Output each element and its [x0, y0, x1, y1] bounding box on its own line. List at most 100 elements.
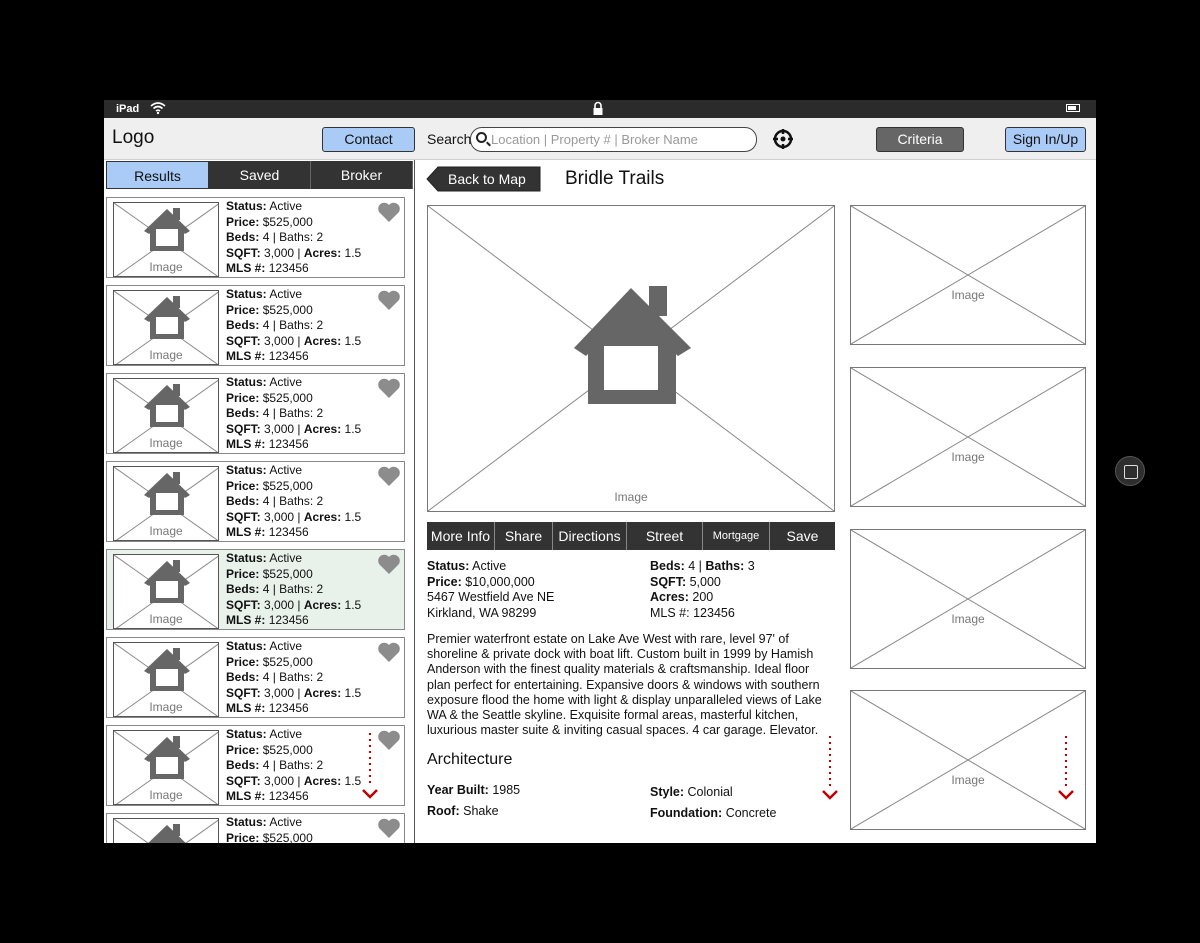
search-input[interactable]	[491, 130, 751, 149]
acres-value: 200	[692, 590, 714, 604]
tab-broker[interactable]: Broker	[311, 161, 413, 189]
acres-value: 1.5	[344, 597, 362, 612]
status-value: Active	[269, 551, 303, 565]
gallery-thumbnail[interactable]: Image	[850, 205, 1086, 345]
list-scroll-down-arrow-icon[interactable]	[360, 733, 380, 801]
listing-card[interactable]: ImageStatus: ActivePrice: $525,000Beds: …	[106, 725, 405, 806]
listing-info: Status: ActivePrice: $525,000Beds: 4 | B…	[226, 199, 362, 275]
image-label: Image	[149, 700, 183, 714]
baths-value: 2	[316, 494, 324, 508]
beds-label: Beds:	[650, 559, 685, 573]
logo: Logo	[112, 127, 155, 148]
property-details: Status: Active Price: $10,000,000 5467 W…	[427, 559, 827, 621]
price-label: Price:	[226, 214, 260, 229]
locate-icon[interactable]	[772, 128, 794, 150]
listing-card[interactable]: ImageStatus: ActivePrice: $525,000Beds: …	[106, 813, 405, 843]
price-label: Price:	[226, 830, 260, 844]
heart-icon[interactable]	[377, 641, 401, 663]
scroll-down-arrow-icon[interactable]	[820, 736, 840, 802]
mls-value: 123456	[268, 701, 309, 715]
beds-value: 4	[262, 582, 270, 596]
share-button[interactable]: Share	[495, 522, 553, 550]
heart-icon[interactable]	[377, 377, 401, 399]
listing-thumbnail: Image	[113, 642, 219, 717]
acres-label: Acres:	[303, 685, 342, 700]
contact-button[interactable]: Contact	[322, 127, 415, 152]
listing-thumbnail: Image	[113, 466, 219, 541]
mortgage-button[interactable]: Mortgage	[703, 522, 770, 550]
more-info-button[interactable]: More Info	[427, 522, 495, 550]
sqft-label: SQFT:	[226, 509, 261, 524]
image-placeholder	[851, 691, 1085, 829]
sqft-value: 3,000	[264, 245, 295, 260]
listing-card[interactable]: Image Status: ActivePrice: $525,000Beds: …	[106, 637, 405, 718]
heart-icon[interactable]	[377, 289, 401, 311]
status-value: Active	[269, 639, 303, 653]
image-label: Image	[951, 612, 985, 626]
top-bar: Logo Contact Search Criteria Sign In/Up	[104, 118, 1096, 160]
sqft-value: 3,000	[264, 509, 295, 524]
baths-label: Baths:	[279, 670, 314, 684]
beds-label: Beds:	[226, 230, 260, 244]
sqft-value: 3,000	[264, 773, 295, 788]
baths-label: Baths:	[279, 318, 314, 332]
price-value: $10,000,000	[465, 574, 535, 589]
listing-info: Status: ActivePrice: $525,000Beds: 4 | B…	[226, 287, 362, 363]
heart-icon[interactable]	[377, 201, 401, 223]
mls-label: MLS #:	[226, 349, 266, 363]
street-button[interactable]: Street	[627, 522, 703, 550]
gallery-thumbnail[interactable]: Image	[850, 529, 1086, 669]
tab-results[interactable]: Results	[106, 161, 209, 189]
listing-card[interactable]: ImageStatus: ActivePrice: $525,000Beds: …	[106, 461, 405, 542]
main-property-image[interactable]: Image	[427, 205, 835, 512]
heart-icon[interactable]	[377, 553, 401, 575]
mls-label: MLS #:	[226, 789, 266, 803]
property-description: Premier waterfront estate on Lake Ave We…	[427, 632, 822, 738]
property-details-col2: Beds: 4 | Baths: 3 SQFT: 5,000 Acres: 20…	[650, 559, 755, 620]
baths-label: Baths:	[279, 406, 314, 420]
status-value: Active	[269, 375, 303, 389]
sqft-label: SQFT:	[226, 685, 261, 700]
beds-value: 4	[688, 559, 696, 573]
home-button[interactable]	[1115, 456, 1145, 486]
heart-icon[interactable]	[377, 817, 401, 839]
directions-button[interactable]: Directions	[553, 522, 627, 550]
criteria-button[interactable]: Criteria	[876, 127, 964, 152]
beds-label: Beds:	[226, 582, 260, 596]
back-to-map-button[interactable]: Back to Map	[426, 166, 543, 192]
house-icon	[144, 560, 190, 603]
listing-card[interactable]: ImageStatus: ActivePrice: $525,000Beds: …	[106, 373, 405, 454]
heart-icon[interactable]	[377, 465, 401, 487]
listing-card[interactable]: ImageStatus: ActivePrice: $525,000Beds: …	[106, 197, 405, 278]
battery-icon	[1066, 104, 1080, 112]
status-value: Active	[269, 727, 303, 741]
listing-thumbnail: Image	[113, 818, 219, 843]
beds-value: 4	[262, 318, 270, 332]
gallery-thumbnail[interactable]: Image	[850, 367, 1086, 507]
status-label: Status:	[226, 287, 267, 301]
status-value: Active	[269, 199, 303, 213]
price-value: $525,000	[262, 390, 313, 405]
style-label: Style:	[650, 785, 685, 799]
save-button[interactable]: Save	[770, 522, 835, 550]
beds-label: Beds:	[226, 670, 260, 684]
year-built-value: 1985	[492, 783, 521, 797]
sqft-label: SQFT:	[650, 574, 687, 589]
acres-value: 1.5	[344, 509, 362, 524]
listing-card[interactable]: ImageStatus: ActivePrice: $525,000Beds: …	[106, 549, 405, 630]
gallery-thumbnail[interactable]: Image	[850, 690, 1086, 830]
listing-info: Status: ActivePrice: $525,000Beds: 4 | B…	[226, 727, 362, 803]
listing-info: Status: ActivePrice: $525,000Beds: 4 | B…	[226, 639, 362, 715]
lock-icon	[593, 101, 603, 115]
acres-label: Acres:	[303, 245, 342, 260]
status-bar: iPad	[104, 100, 1096, 118]
house-icon	[144, 736, 190, 779]
sign-in-button[interactable]: Sign In/Up	[1005, 127, 1086, 152]
action-bar: More Info Share Directions Street Mortga…	[427, 522, 835, 550]
heart-icon[interactable]	[377, 729, 401, 751]
listing-card[interactable]: ImageStatus: ActivePrice: $525,000Beds: …	[106, 285, 405, 366]
tab-saved[interactable]: Saved	[209, 161, 311, 189]
listing-info: Status: ActivePrice: $525,000Beds: 4 | B…	[226, 551, 362, 627]
baths-value: 3	[747, 559, 755, 573]
gallery-scroll-down-arrow-icon[interactable]	[1056, 736, 1076, 802]
